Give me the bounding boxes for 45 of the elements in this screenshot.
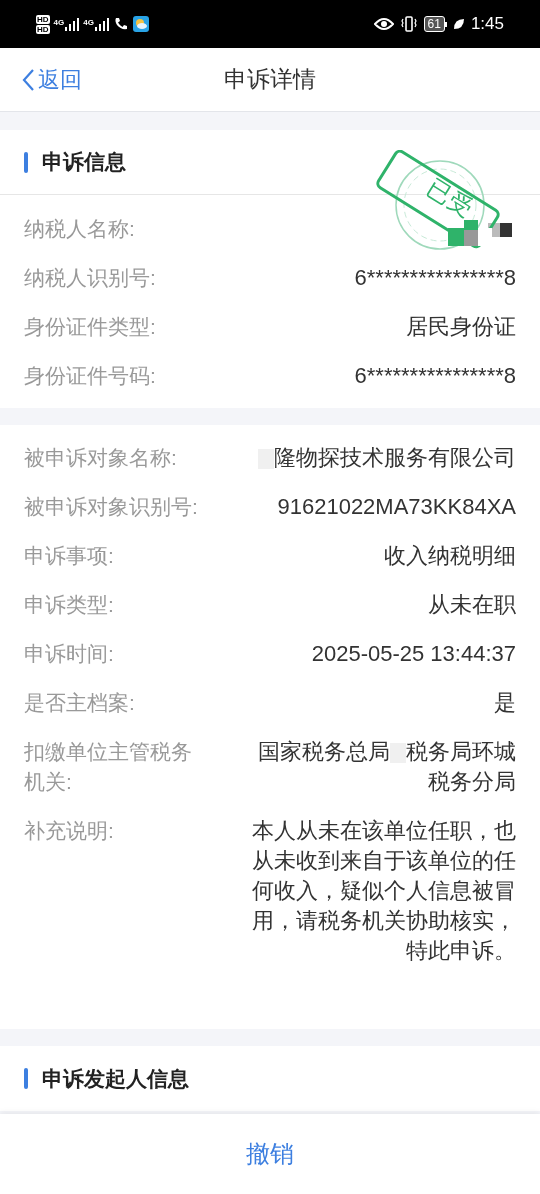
field-value: 收入纳税明细	[383, 542, 516, 570]
field-label: 补充说明:	[24, 818, 115, 844]
vibrate-icon	[399, 16, 418, 32]
field-label: 被申诉对象名称:	[24, 445, 178, 471]
back-button[interactable]: 返回	[0, 63, 82, 96]
network-label: 4G	[83, 17, 94, 28]
stamp-text: 已受	[421, 172, 479, 224]
field-value: 从未在职	[427, 591, 516, 619]
field-label: 申诉事项:	[24, 543, 115, 569]
redaction-mosaic	[488, 223, 512, 238]
field-value: 6****************8	[353, 362, 516, 390]
cancel-button[interactable]: 撤销	[236, 1130, 304, 1178]
section-marker	[24, 1068, 28, 1089]
field-label: 纳税人名称:	[24, 216, 136, 242]
field-value: 本人从未在该单位任职，也从未收到来自于该单位的任何收入，疑似个人信息被冒用，请税务机关协助核实，特此申诉。	[251, 817, 516, 965]
network-label: 4G	[53, 17, 65, 28]
signal-icon	[94, 17, 109, 31]
field-label: 扣缴单位主管税务机关:	[24, 739, 193, 795]
field-label: 纳税人识别号:	[24, 265, 157, 291]
section-title: 申诉发起人信息	[42, 1065, 189, 1092]
clock-time: 1:45	[470, 13, 504, 36]
field-label: 是否主档案:	[24, 690, 136, 716]
field-label: 身份证件号码:	[24, 363, 157, 389]
field-value: 隆物探技术服务有限公司	[248, 443, 516, 473]
battery-icon: 61	[423, 16, 445, 32]
section-marker	[24, 151, 28, 173]
section-title: 申诉信息	[42, 149, 126, 176]
hd-label: HD	[36, 14, 50, 24]
hd-label: HD	[36, 24, 50, 34]
field-value: 91621022MA73KK84XA	[276, 493, 516, 521]
signal-icon	[65, 17, 80, 31]
field-value: 居民身份证	[405, 313, 516, 341]
field-label: 申诉时间:	[24, 641, 115, 667]
weather-app-icon	[132, 16, 149, 32]
leaf-icon	[452, 18, 465, 30]
field-value: 6****************8	[353, 264, 516, 292]
field-value: 国家税务总局 税务局环城税务分局	[257, 738, 516, 796]
chevron-left-icon	[22, 68, 34, 91]
eye-icon	[373, 17, 394, 31]
field-label: 被申诉对象识别号:	[24, 494, 199, 520]
page-title: 申诉详情	[224, 65, 316, 95]
field-value: 是	[493, 689, 516, 717]
field-value: 2025-05-25 13:44:37	[310, 640, 516, 668]
field-label: 身份证件类型:	[24, 314, 157, 340]
field-label: 申诉类型:	[24, 592, 115, 618]
